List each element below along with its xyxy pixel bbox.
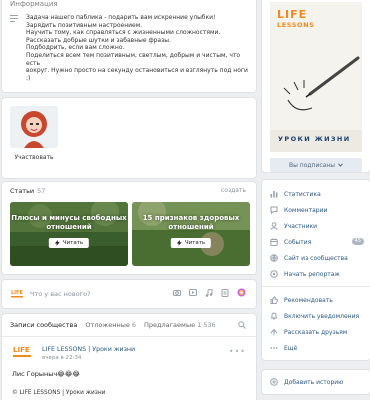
create-article-link[interactable]: создать	[221, 187, 246, 194]
menu-label-more: Ещё	[284, 344, 298, 352]
cover-ru-title: УРОКИ ЖИЗНИ	[278, 135, 351, 143]
articles-title: Статьи	[10, 187, 35, 195]
svg-text:LIFE: LIFE	[13, 346, 30, 354]
life-lessons-logo-icon[interactable]: LIFE	[12, 344, 32, 362]
thumbs-up-icon	[270, 296, 278, 304]
menu-item-notifications[interactable]: Включить уведомления	[270, 310, 370, 322]
participate-card: Участвовать	[2, 98, 256, 178]
article-title-2: 15 признаков здоровых отношений	[142, 214, 240, 231]
composer-input[interactable]: Что у вас нового?	[30, 290, 91, 298]
share-icon	[270, 328, 278, 336]
read-label-2: Читать	[184, 240, 206, 246]
add-story-card: Добавить историю	[262, 370, 370, 394]
lightning-icon	[54, 240, 60, 246]
comment-icon	[270, 206, 278, 214]
read-button-2[interactable]: Читать	[170, 238, 212, 248]
tab-community-posts[interactable]: Записи сообщества	[10, 321, 77, 329]
broadcast-icon	[270, 270, 278, 278]
menu-item-site[interactable]: Сайт из сообщества	[270, 252, 370, 264]
articles-header[interactable]: Статьи 57	[10, 187, 45, 195]
menu-label-site: Сайт из сообщества	[284, 254, 348, 262]
add-story-button[interactable]: Добавить историю	[270, 376, 370, 388]
menu-item-tell-friends[interactable]: Рассказать друзьям	[270, 326, 370, 338]
post-composer: LIFE Что у вас нового?	[2, 280, 256, 308]
text-lines-icon	[10, 15, 18, 22]
articles-count: 57	[37, 187, 46, 195]
tab-suggested[interactable]: Предлагаемые 1 536	[144, 321, 216, 329]
articles-card: Статьи 57 создать Плюсы и минусы свободны…	[2, 182, 256, 274]
tab-deferred[interactable]: Отложенные 6	[85, 321, 136, 329]
menu-label-comments: Комментарии	[284, 206, 328, 214]
info-description: Задача нашего паблика - подарить вам иск…	[26, 14, 248, 82]
community-cover-card: LIFE LESSONS УРОКИ ЖИЗНИ Вы подписаны	[262, 0, 370, 172]
cover-brand: LIFE	[277, 8, 308, 21]
cover-brand-sub: LESSONS	[277, 21, 315, 29]
tab-deferred-count: 6	[131, 321, 136, 329]
tab-deferred-label: Отложенные	[85, 321, 130, 329]
menu-item-more[interactable]: Ещё	[270, 342, 370, 354]
menu-label-statistics: Статистика	[284, 190, 321, 198]
lightning-icon	[176, 240, 182, 246]
info-card: Информация Задача нашего паблика - подар…	[2, 0, 256, 92]
menu-divider	[262, 286, 370, 287]
couple-photo-icon	[132, 202, 250, 266]
chevron-down-icon	[338, 163, 343, 167]
read-label-1: Читать	[62, 240, 84, 246]
poster-color-icon[interactable]	[237, 288, 246, 297]
post-more-icon[interactable]: •••	[229, 347, 246, 356]
couple-photo-icon	[10, 202, 128, 266]
post-author[interactable]: LIFE LESSONS | Уроки жизни	[42, 346, 135, 353]
subscribed-label: Вы подписаны	[289, 161, 335, 169]
menu-label-events: События	[284, 238, 312, 246]
post-text: Лис Горыныч😂😂😂	[12, 370, 80, 378]
menu-label-live: Начать репортаж	[284, 270, 340, 278]
menu-item-events[interactable]: События 45	[270, 236, 370, 248]
article-card-2[interactable]: 15 признаков здоровых отношений Читать	[132, 202, 250, 266]
read-button-1[interactable]: Читать	[48, 238, 90, 248]
more-dots-icon	[270, 347, 278, 349]
camera-icon[interactable]	[173, 289, 181, 296]
article-card-1[interactable]: Плюсы и минусы свободных отношений Читат…	[10, 202, 128, 266]
tab-suggested-count: 1 536	[197, 321, 216, 329]
bar-chart-icon	[270, 191, 278, 198]
video-icon[interactable]	[189, 289, 197, 296]
girl-avatar-icon	[10, 106, 58, 148]
menu-item-recommend[interactable]: Рекомендовать	[270, 294, 370, 306]
menu-item-comments[interactable]: Комментарии	[270, 204, 370, 216]
menu-item-members[interactable]: Участники	[270, 220, 370, 232]
menu-item-statistics[interactable]: Статистика	[270, 188, 370, 200]
add-story-icon	[270, 378, 278, 386]
participate-avatar[interactable]	[10, 106, 58, 148]
post-date[interactable]: вчера в 22:34	[42, 355, 81, 361]
add-story-label: Добавить историю	[284, 378, 344, 386]
participate-label[interactable]: Участвовать	[10, 154, 58, 161]
post-source: © LIFE LESSONS | Уроки жизни	[12, 390, 106, 396]
menu-label-tell: Рассказать друзьям	[284, 328, 348, 336]
menu-item-live[interactable]: Начать репортаж	[270, 268, 370, 280]
subscribed-button[interactable]: Вы подписаны	[270, 158, 362, 172]
community-menu: Статистика Комментарии Участники События…	[262, 180, 370, 360]
calendar-icon	[270, 238, 278, 246]
menu-label-recommend: Рекомендовать	[284, 296, 333, 304]
globe-icon	[270, 254, 278, 262]
wall-divider	[2, 336, 256, 337]
user-icon	[270, 222, 278, 230]
events-badge: 45	[351, 238, 364, 245]
life-lessons-logo-icon: LIFE	[10, 288, 24, 300]
music-icon[interactable]	[205, 288, 213, 297]
menu-label-members: Участники	[284, 222, 318, 230]
bell-icon	[271, 312, 277, 320]
menu-label-notifications: Включить уведомления	[284, 312, 360, 320]
article-title-1: Плюсы и минусы свободных отношений	[11, 214, 127, 231]
document-icon[interactable]	[221, 288, 229, 297]
search-icon[interactable]	[238, 321, 246, 329]
tab-suggested-label: Предлагаемые	[144, 321, 196, 329]
community-cover[interactable]: LIFE LESSONS УРОКИ ЖИЗНИ	[270, 2, 362, 152]
wall-card: Записи сообщества Отложенные 6 Предлагаем…	[2, 314, 256, 400]
info-title: Информация	[10, 0, 58, 8]
svg-text:LIFE: LIFE	[11, 290, 23, 296]
